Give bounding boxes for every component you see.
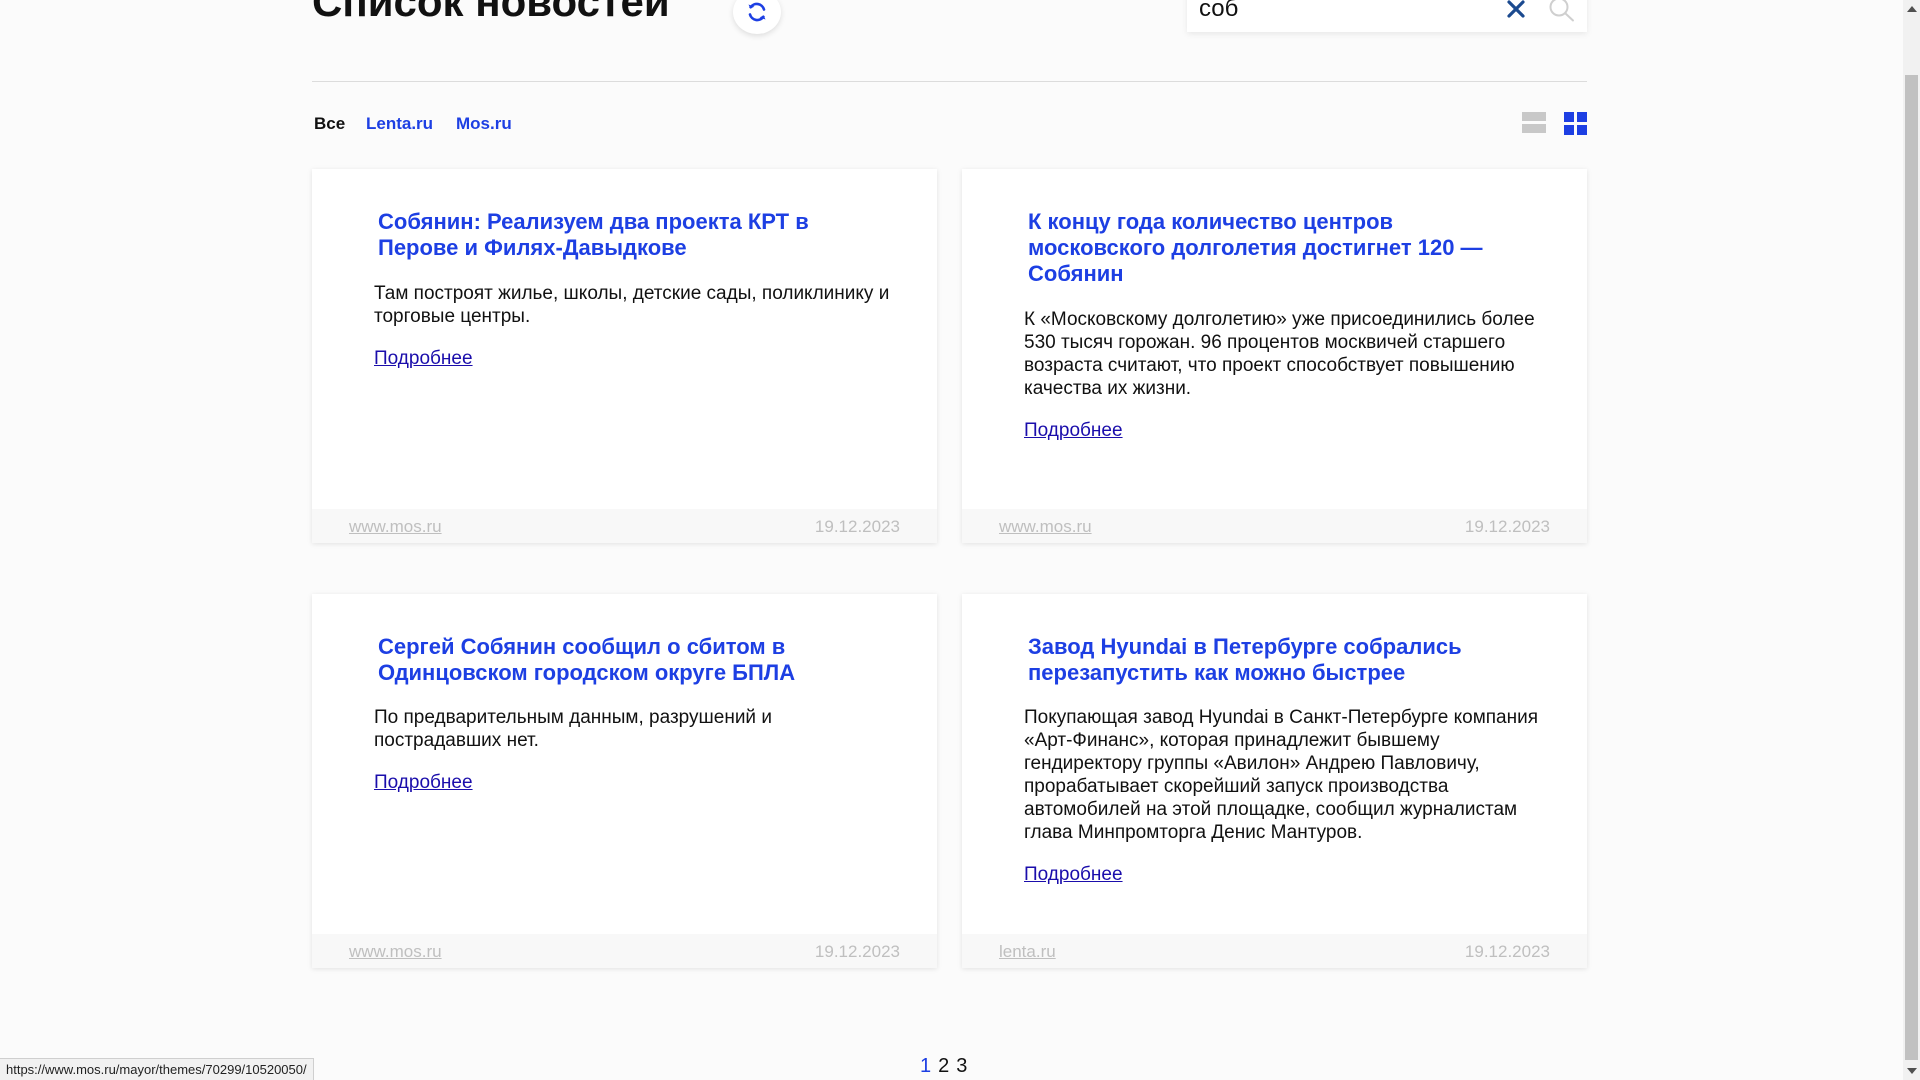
page-link[interactable]: 1 xyxy=(920,1055,931,1078)
news-card-text: По предварительным данным, разрушений и … xyxy=(374,707,772,751)
news-card-footer: www.mos.ru 19.12.2023 xyxy=(312,934,937,968)
read-more-link[interactable]: Подробнее xyxy=(374,772,473,794)
news-card-date: 19.12.2023 xyxy=(814,942,900,961)
refresh-icon xyxy=(748,2,766,22)
vertical-scrollbar[interactable] xyxy=(1903,0,1920,1080)
news-card-title[interactable]: Сергей Собянин сообщил о сбитом в Одинцо… xyxy=(378,634,848,686)
page-link[interactable]: 3 xyxy=(956,1055,967,1078)
news-card: Собянин: Реализуем два проекта КРТ в Пер… xyxy=(312,169,937,543)
read-more-link[interactable]: Подробнее xyxy=(374,348,473,370)
news-card-source[interactable]: lenta.ru xyxy=(999,942,1056,962)
search-icon[interactable] xyxy=(1548,0,1576,22)
filter-all[interactable]: Все xyxy=(314,114,345,134)
news-card-text: Покупающая завод Hyundai в Санкт-Петербу… xyxy=(1024,707,1539,843)
news-card-date: 19.12.2023 xyxy=(814,517,900,536)
scroll-up-icon[interactable] xyxy=(1907,6,1917,12)
news-card-date: 19.12.2023 xyxy=(1464,942,1550,961)
search-box xyxy=(1187,0,1587,32)
news-card-text: К «Московскому долголетию» уже присоедин… xyxy=(1024,309,1535,399)
status-bar-url: https://www.mos.ru/mayor/themes/70299/10… xyxy=(0,1058,314,1080)
news-card-footer: www.mos.ru 19.12.2023 xyxy=(312,509,937,543)
header-divider xyxy=(312,81,1587,82)
news-card-title[interactable]: Собянин: Реализуем два проекта КРТ в Пер… xyxy=(378,209,878,261)
news-card-footer: www.mos.ru 19.12.2023 xyxy=(962,509,1587,543)
scroll-thumb[interactable] xyxy=(1905,75,1918,1060)
filter-lenta[interactable]: Lenta.ru xyxy=(366,114,433,134)
refresh-button[interactable] xyxy=(733,0,781,34)
news-card-source[interactable]: www.mos.ru xyxy=(999,517,1092,537)
news-card-footer: lenta.ru 19.12.2023 xyxy=(962,934,1587,968)
news-card: Сергей Собянин сообщил о сбитом в Одинцо… xyxy=(312,594,937,968)
news-card-source[interactable]: www.mos.ru xyxy=(349,942,442,962)
news-card-title[interactable]: К концу года количество центров московск… xyxy=(1028,209,1518,287)
filter-mos[interactable]: Mos.ru xyxy=(456,114,512,134)
pagination: 123 xyxy=(920,1055,974,1078)
scroll-down-icon[interactable] xyxy=(1907,1068,1917,1074)
list-view-icon[interactable] xyxy=(1522,112,1546,134)
news-card: Завод Hyundai в Петербурге собрались пер… xyxy=(962,594,1587,968)
news-page: Список новостей Все Lenta.ru Mos.ru Собя… xyxy=(0,0,1920,1080)
page-title: Список новостей xyxy=(312,0,670,25)
grid-view-icon[interactable] xyxy=(1564,112,1587,135)
news-card-date: 19.12.2023 xyxy=(1464,517,1550,536)
page-link[interactable]: 2 xyxy=(938,1055,949,1078)
news-card: К концу года количество центров московск… xyxy=(962,169,1587,543)
read-more-link[interactable]: Подробнее xyxy=(1024,420,1123,442)
clear-search-icon[interactable] xyxy=(1505,0,1527,20)
news-card-text: Там построят жилье, школы, детские сады,… xyxy=(374,283,890,327)
news-card-title[interactable]: Завод Hyundai в Петербурге собрались пер… xyxy=(1028,634,1498,686)
news-card-source[interactable]: www.mos.ru xyxy=(349,517,442,537)
search-input[interactable] xyxy=(1199,0,1499,24)
read-more-link[interactable]: Подробнее xyxy=(1024,864,1123,886)
